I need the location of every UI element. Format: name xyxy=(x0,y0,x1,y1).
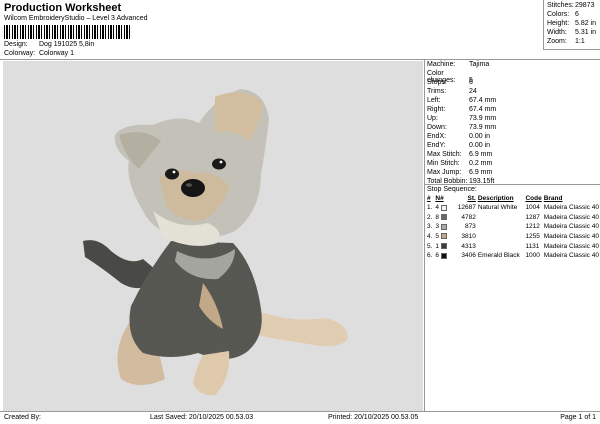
page-title: Production Worksheet xyxy=(4,2,122,14)
prop-endx: EndX: 0.00 in xyxy=(427,133,491,140)
col-header-brand: Brand xyxy=(543,195,563,202)
color-swatch xyxy=(440,204,447,211)
last-saved: Last Saved: 20/10/2025 00.53.03 xyxy=(150,414,254,421)
col-header-needle: N# xyxy=(435,195,444,202)
worksheet-header: Production Worksheet Wilcom EmbroiderySt… xyxy=(0,0,600,58)
table-row: 4. 5 3810 1255 Madeira Classic 40 xyxy=(427,233,599,241)
table-header-row: # N# St. Description Code Brand xyxy=(426,194,600,203)
created-by: Created By: xyxy=(4,414,41,421)
table-row: 5. 1 4313 1131 Madeira Classic 40 xyxy=(427,242,599,250)
col-header-code: Code xyxy=(525,195,542,202)
prop-max-stitch: Max Stitch: 6.9 mm xyxy=(427,151,493,158)
color-swatch xyxy=(440,233,447,240)
table-row: 3. 3 873 1212 Madeira Classic 40 xyxy=(427,223,599,231)
colorway-value: Colorway 1 xyxy=(38,50,74,57)
col-header-index: # xyxy=(427,195,431,202)
stat-height: Height: 5.82 in xyxy=(547,20,597,27)
col-header-description: Description xyxy=(477,195,514,202)
design-label: Design: xyxy=(4,41,28,48)
stop-sequence-table: # N# St. Description Code Brand 1. 4 126… xyxy=(426,194,600,261)
divider xyxy=(425,184,600,185)
stat-zoom: Zoom: 1:1 xyxy=(547,38,585,45)
color-swatch xyxy=(440,214,447,221)
prop-machine: Machine: Tajima xyxy=(427,61,490,68)
stop-sequence-title: Stop Sequence: xyxy=(427,186,477,193)
stat-width: Width: 5.31 in xyxy=(547,29,597,36)
prop-endy: EndY: 0.00 in xyxy=(427,142,491,149)
worksheet-footer: Created By: Last Saved: 20/10/2025 00.53… xyxy=(0,411,600,424)
stat-stitches: Stitches:29873 xyxy=(547,2,595,9)
prop-stops: Stops: 6 xyxy=(427,79,473,86)
table-row: 1. 4 12687 Natural White 1004 Madeira Cl… xyxy=(427,204,599,212)
prop-left: Left: 67.4 mm xyxy=(427,97,497,104)
prop-max-jump: Max Jump: 6.9 mm xyxy=(427,169,493,176)
prop-right: Right: 67.4 mm xyxy=(427,106,497,113)
stats-box: Stitches:29873 Colors: 6 Height: 5.82 in W… xyxy=(543,0,600,50)
color-swatch xyxy=(440,252,447,259)
colorway-label: Colorway: xyxy=(4,50,36,57)
color-swatch xyxy=(440,242,447,249)
color-swatch xyxy=(440,223,447,230)
prop-up: Up: 73.9 mm xyxy=(427,115,497,122)
table-row: 6. 6 3406 Emerald Black 1000 Madeira Cla… xyxy=(427,252,599,260)
design-row: Design: Dog 191025 5,8in xyxy=(4,41,94,48)
design-value: Dog 191025 5,8in xyxy=(38,41,95,48)
colorway-row: Colorway: Colorway 1 xyxy=(4,50,74,57)
software-subtitle: Wilcom EmbroideryStudio – Level 3 Advanc… xyxy=(4,15,148,22)
page-number: Page 1 of 1 xyxy=(560,414,596,421)
prop-min-stitch: Min Stitch: 0.2 mm xyxy=(427,160,493,167)
prop-trims: Trims: 24 xyxy=(427,88,477,95)
properties-panel: Machine: Tajima Color changes: 5 Stops: 6 T… xyxy=(424,60,600,411)
barcode xyxy=(4,25,130,39)
embroidery-dog-image xyxy=(83,89,348,396)
stat-colors: Colors: 6 xyxy=(547,11,579,18)
printed-date: Printed: 20/10/2025 00.53.05 xyxy=(328,414,419,421)
prop-down: Down: 73.9 mm xyxy=(427,124,497,131)
col-header-stitches: St. xyxy=(467,195,476,202)
table-row: 2. 8 4782 1287 Madeira Classic 40 xyxy=(427,213,599,221)
design-preview[interactable] xyxy=(3,61,423,411)
